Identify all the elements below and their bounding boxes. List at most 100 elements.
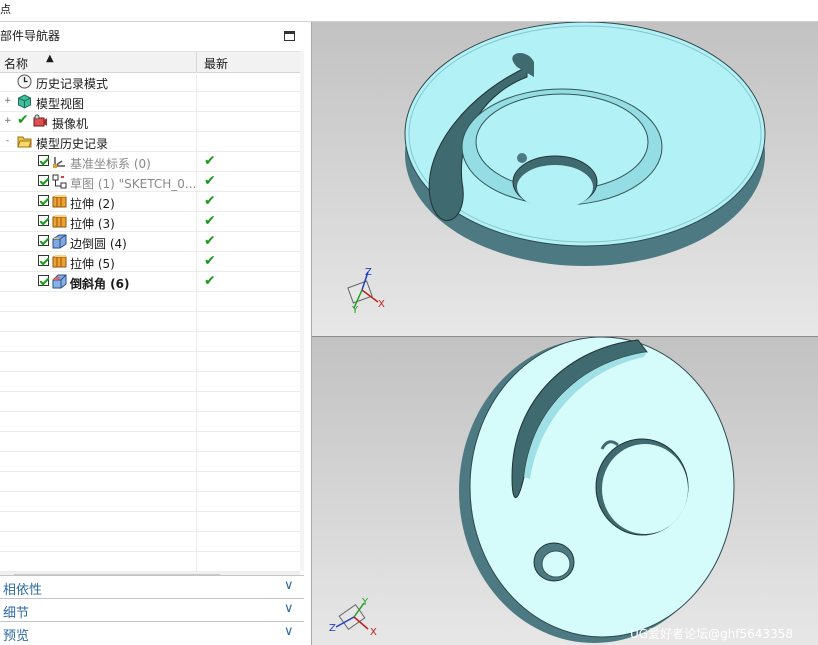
latest-check-icon: ✔ xyxy=(204,233,216,249)
cell-divider xyxy=(196,112,197,132)
tree-node-label: 拉伸 (5) xyxy=(70,257,115,271)
navigator-title: 部件导航器 xyxy=(0,29,61,43)
title-bar: 点 xyxy=(0,0,818,22)
empty-row xyxy=(0,452,300,472)
tree-node-model-views[interactable]: + 模型视图 xyxy=(0,92,300,112)
sort-ascending-icon[interactable]: ▲ xyxy=(46,53,54,64)
axis-x-label: X xyxy=(378,299,385,310)
cell-divider xyxy=(196,72,197,92)
visibility-checkbox[interactable] xyxy=(38,275,49,286)
tree-node-extrude-5[interactable]: 拉伸 (5) ✔ xyxy=(0,252,300,272)
tree-node-sketch[interactable]: 草图 (1) "SKETCH_0... ✔ xyxy=(0,172,300,192)
axis-y-label: Y xyxy=(362,597,369,608)
edge-blend-icon xyxy=(52,234,67,249)
tree-node-extrude-2[interactable]: 拉伸 (2) ✔ xyxy=(0,192,300,212)
tree-node-label: 历史记录模式 xyxy=(36,77,109,91)
empty-row xyxy=(0,332,300,352)
graphics-viewport-bottom[interactable]: Y Z X xyxy=(312,337,818,645)
datum-csys-icon xyxy=(53,157,65,168)
visibility-checkbox[interactable] xyxy=(38,235,49,246)
expand-icon[interactable]: + xyxy=(4,117,12,126)
collapse-icon[interactable]: - xyxy=(4,137,11,146)
empty-row xyxy=(0,412,300,432)
column-latest-header[interactable]: 最新 xyxy=(204,55,228,72)
extrude-icon xyxy=(52,215,67,228)
tree-node-label: 草图 (1) "SKETCH_0... xyxy=(70,177,197,191)
extrude-icon xyxy=(52,255,67,268)
empty-row xyxy=(0,512,300,532)
tree-node-edge-blend-4[interactable]: 边倒圆 (4) ✔ xyxy=(0,232,300,252)
sketch-icon xyxy=(52,174,67,189)
tree-node-model-history[interactable]: - 模型历史记录 xyxy=(0,132,300,152)
latest-check-icon: ✔ xyxy=(204,273,216,289)
empty-row xyxy=(0,372,300,392)
tree-node-extrude-3[interactable]: 拉伸 (3) ✔ xyxy=(0,212,300,232)
empty-row xyxy=(0,312,300,332)
panel-title: 预览 xyxy=(3,629,30,644)
chamfer-icon xyxy=(52,274,67,289)
tree-node-history-mode[interactable]: 历史记录模式 xyxy=(0,72,300,92)
empty-row xyxy=(0,532,300,552)
latest-check-icon: ✔ xyxy=(204,193,216,209)
tree-node-label: 摄像机 xyxy=(52,117,89,131)
panel-details[interactable]: 细节 ∨ xyxy=(0,598,304,621)
expand-icon[interactable]: + xyxy=(4,97,12,106)
cell-divider xyxy=(196,192,197,212)
cell-divider xyxy=(196,252,197,272)
graphics-viewport-top[interactable]: Z Y X xyxy=(312,22,818,336)
axis-x-label: X xyxy=(370,627,377,638)
cell-divider xyxy=(196,172,197,192)
panel-title: 细节 xyxy=(3,606,30,621)
visibility-checkbox[interactable] xyxy=(38,195,49,206)
tree-node-label: 倒斜角 (6) xyxy=(70,277,130,291)
empty-row xyxy=(0,392,300,412)
empty-row xyxy=(0,472,300,492)
tree-node-label: 拉伸 (3) xyxy=(70,217,115,231)
tree-node-cameras[interactable]: + ✔ 摄像机 xyxy=(0,112,300,132)
latest-check-icon: ✔ xyxy=(204,213,216,229)
folder-open-icon xyxy=(17,136,32,148)
tree-node-datum-csys[interactable]: 基准坐标系 (0) ✔ xyxy=(0,152,300,172)
panel-preview[interactable]: 预览 ∨ xyxy=(0,621,304,644)
cell-divider xyxy=(196,232,197,252)
vertical-scrollbar[interactable] xyxy=(300,51,304,571)
tree-node-chamfer-6[interactable]: 倒斜角 (6) ✔ xyxy=(0,272,300,292)
axis-y-label: Y xyxy=(352,305,359,316)
tree-node-label: 基准坐标系 (0) xyxy=(70,157,151,171)
empty-row xyxy=(0,292,300,312)
cell-divider xyxy=(196,272,197,292)
empty-row xyxy=(0,492,300,512)
visibility-checkbox[interactable] xyxy=(38,215,49,226)
axis-z-label: Z xyxy=(365,267,372,278)
empty-row xyxy=(0,352,300,372)
maximize-icon[interactable] xyxy=(284,31,295,41)
panel-dependencies[interactable]: 相依性 ∨ xyxy=(0,575,304,598)
tree-node-label: 模型视图 xyxy=(36,97,85,111)
camera-icon xyxy=(33,114,47,127)
cell-divider xyxy=(196,132,197,152)
part-navigator: 部件导航器 名称 ▲ 最新 历史记录模式 + 模型视图 + ✔ 摄像机 - 模型… xyxy=(0,22,312,645)
clock-icon xyxy=(17,74,32,89)
chevron-down-icon[interactable]: ∨ xyxy=(284,578,294,593)
column-name-header[interactable]: 名称 xyxy=(4,55,28,72)
latest-check-icon: ✔ xyxy=(204,173,216,189)
column-divider[interactable] xyxy=(196,52,197,72)
window-title: 点 xyxy=(0,3,11,16)
visibility-checkbox[interactable] xyxy=(38,155,49,166)
visibility-checkbox[interactable] xyxy=(38,175,49,186)
extrude-icon xyxy=(52,195,67,208)
column-header: 名称 ▲ 最新 xyxy=(0,51,300,73)
cell-divider xyxy=(196,92,197,112)
part-model-top xyxy=(347,22,766,309)
tree-node-label: 边倒圆 (4) xyxy=(70,237,127,251)
chevron-down-icon[interactable]: ∨ xyxy=(284,601,294,616)
active-check-icon: ✔ xyxy=(17,112,29,128)
cell-divider xyxy=(196,152,197,172)
panel-title: 相依性 xyxy=(3,583,43,598)
tree-node-label: 模型历史记录 xyxy=(36,137,109,151)
visibility-checkbox[interactable] xyxy=(38,255,49,266)
chevron-down-icon[interactable]: ∨ xyxy=(284,624,294,639)
empty-row xyxy=(0,432,300,452)
cell-divider xyxy=(196,212,197,232)
latest-check-icon: ✔ xyxy=(204,153,216,169)
